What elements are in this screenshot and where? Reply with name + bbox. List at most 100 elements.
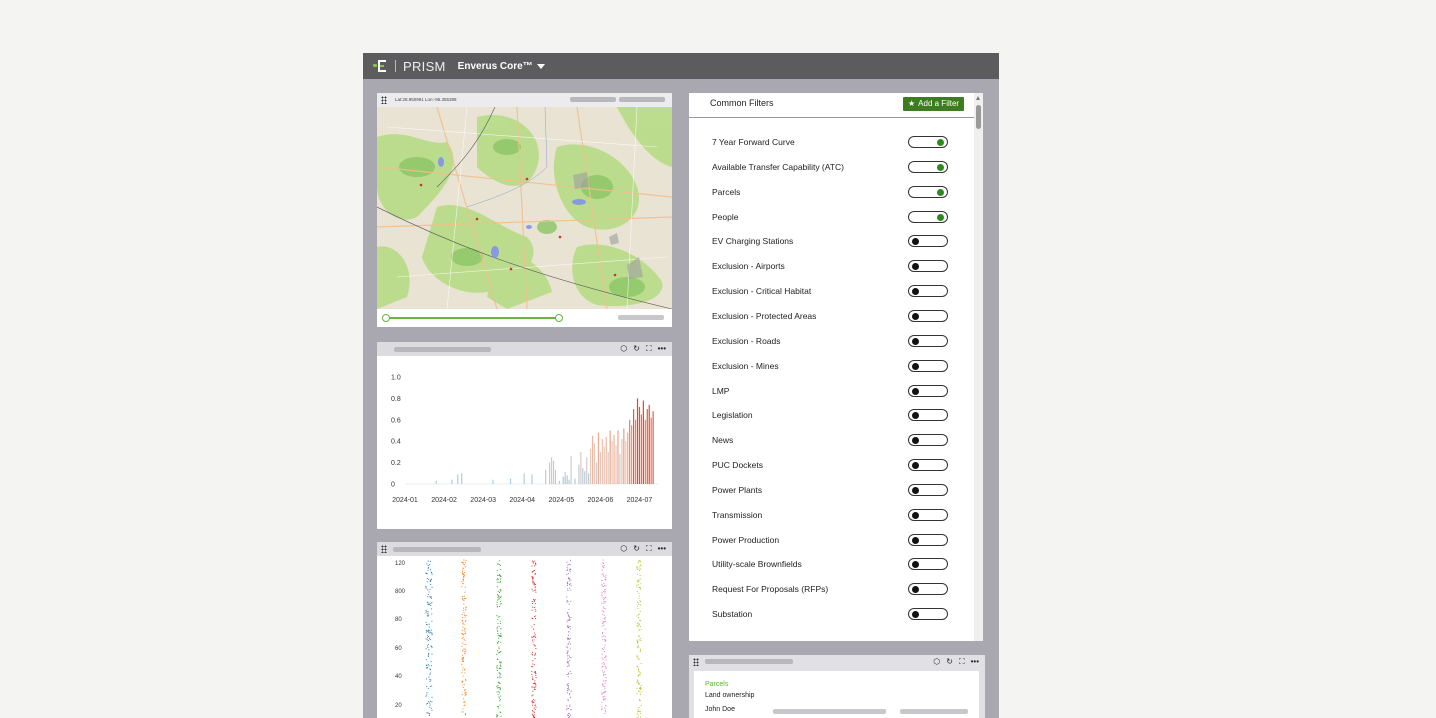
bar[interactable] bbox=[633, 409, 635, 484]
bar[interactable] bbox=[615, 445, 617, 484]
bar[interactable] bbox=[605, 436, 607, 484]
bar[interactable] bbox=[611, 441, 613, 484]
bar[interactable] bbox=[457, 474, 459, 484]
fullscreen-icon[interactable]: ⛶ bbox=[959, 657, 965, 667]
bar[interactable] bbox=[629, 419, 631, 484]
filter-toggle[interactable] bbox=[908, 309, 948, 322]
filter-toggle[interactable] bbox=[908, 483, 948, 496]
bar[interactable] bbox=[619, 454, 621, 484]
bar[interactable] bbox=[652, 411, 654, 484]
cube-icon[interactable]: ⬡ bbox=[620, 544, 627, 554]
bar[interactable] bbox=[644, 419, 646, 484]
scroll-up-arrow-icon[interactable] bbox=[976, 96, 980, 100]
bar[interactable] bbox=[509, 478, 512, 484]
filter-toggle[interactable] bbox=[908, 508, 948, 521]
bar[interactable] bbox=[613, 434, 615, 484]
bar[interactable] bbox=[548, 462, 551, 484]
filter-toggle[interactable] bbox=[908, 558, 948, 571]
fullscreen-icon[interactable]: ⛶ bbox=[646, 344, 652, 354]
bar[interactable] bbox=[461, 473, 463, 484]
product-selector[interactable]: Enverus Core™ bbox=[458, 61, 545, 72]
bar[interactable] bbox=[638, 406, 641, 484]
bar[interactable] bbox=[591, 435, 594, 484]
bar[interactable] bbox=[578, 464, 580, 484]
bar[interactable] bbox=[451, 479, 453, 484]
bar[interactable] bbox=[574, 478, 576, 484]
cube-icon[interactable]: ⬡ bbox=[620, 344, 627, 354]
refresh-icon[interactable]: ↻ bbox=[633, 344, 640, 354]
bar[interactable] bbox=[640, 414, 643, 484]
filter-toggle[interactable] bbox=[908, 334, 948, 347]
filter-toggle[interactable] bbox=[908, 136, 948, 148]
bar[interactable] bbox=[607, 451, 609, 484]
bar[interactable] bbox=[601, 439, 603, 484]
bar[interactable] bbox=[531, 474, 533, 484]
bar[interactable] bbox=[623, 428, 625, 484]
bar[interactable] bbox=[568, 479, 570, 484]
bar[interactable] bbox=[562, 476, 564, 484]
filter-toggle[interactable] bbox=[908, 459, 948, 472]
bar[interactable] bbox=[646, 409, 648, 484]
bar[interactable] bbox=[609, 430, 611, 485]
filter-toggle[interactable] bbox=[908, 285, 948, 298]
slider-end-handle[interactable] bbox=[555, 314, 563, 322]
refresh-icon[interactable]: ↻ bbox=[633, 544, 640, 554]
bar[interactable] bbox=[588, 473, 590, 484]
bar[interactable] bbox=[617, 430, 619, 485]
filter-toggle[interactable] bbox=[908, 608, 948, 621]
layer-dropdown[interactable] bbox=[570, 97, 616, 102]
filter-toggle[interactable] bbox=[908, 160, 948, 173]
filter-toggle[interactable] bbox=[908, 359, 948, 372]
bar[interactable] bbox=[554, 470, 557, 484]
bar[interactable] bbox=[625, 441, 627, 484]
bar[interactable] bbox=[580, 451, 582, 484]
filter-toggle[interactable] bbox=[908, 235, 948, 248]
bar[interactable] bbox=[595, 462, 598, 484]
bar[interactable] bbox=[435, 480, 437, 484]
slider-start-handle[interactable] bbox=[382, 314, 390, 322]
drag-handle-icon[interactable] bbox=[381, 96, 387, 104]
basemap-dropdown[interactable] bbox=[619, 97, 665, 102]
bar[interactable] bbox=[636, 398, 639, 484]
bar[interactable] bbox=[586, 457, 588, 484]
more-icon[interactable]: ••• bbox=[971, 657, 979, 667]
cube-icon[interactable]: ⬡ bbox=[933, 657, 940, 667]
bar[interactable] bbox=[621, 439, 623, 484]
slider-range-control[interactable] bbox=[618, 315, 664, 320]
bar[interactable] bbox=[558, 480, 560, 484]
refresh-icon[interactable]: ↻ bbox=[946, 657, 953, 667]
drag-handle-icon[interactable] bbox=[693, 658, 699, 666]
drag-handle-icon[interactable] bbox=[381, 545, 387, 553]
filter-toggle[interactable] bbox=[908, 434, 948, 447]
time-slider[interactable] bbox=[377, 309, 672, 327]
bar[interactable] bbox=[593, 443, 596, 484]
bar[interactable] bbox=[582, 467, 584, 484]
bar[interactable] bbox=[648, 404, 650, 484]
bar[interactable] bbox=[603, 446, 605, 484]
bar[interactable] bbox=[627, 432, 629, 484]
enverus-logo[interactable] bbox=[373, 60, 389, 72]
filter-toggle[interactable] bbox=[908, 210, 948, 223]
bar[interactable] bbox=[597, 432, 600, 484]
bar[interactable] bbox=[599, 451, 601, 484]
more-icon[interactable]: ••• bbox=[658, 544, 666, 554]
bar[interactable] bbox=[566, 475, 568, 484]
fullscreen-icon[interactable]: ⛶ bbox=[646, 544, 652, 554]
bar[interactable] bbox=[545, 470, 547, 484]
bar[interactable] bbox=[584, 471, 586, 484]
bar[interactable] bbox=[552, 460, 555, 484]
filter-toggle[interactable] bbox=[908, 409, 948, 422]
bar[interactable] bbox=[650, 417, 652, 484]
scrollbar-thumb[interactable] bbox=[976, 105, 981, 129]
filter-toggle[interactable] bbox=[908, 260, 948, 273]
bar[interactable] bbox=[492, 479, 494, 484]
filter-toggle[interactable] bbox=[908, 384, 948, 397]
bar[interactable] bbox=[550, 457, 553, 484]
bar[interactable] bbox=[634, 419, 637, 484]
filter-toggle[interactable] bbox=[908, 583, 948, 596]
filter-toggle[interactable] bbox=[908, 533, 948, 546]
bar[interactable] bbox=[642, 400, 644, 484]
filter-toggle[interactable] bbox=[908, 185, 948, 198]
more-icon[interactable]: ••• bbox=[658, 344, 666, 354]
bar[interactable] bbox=[564, 472, 566, 484]
